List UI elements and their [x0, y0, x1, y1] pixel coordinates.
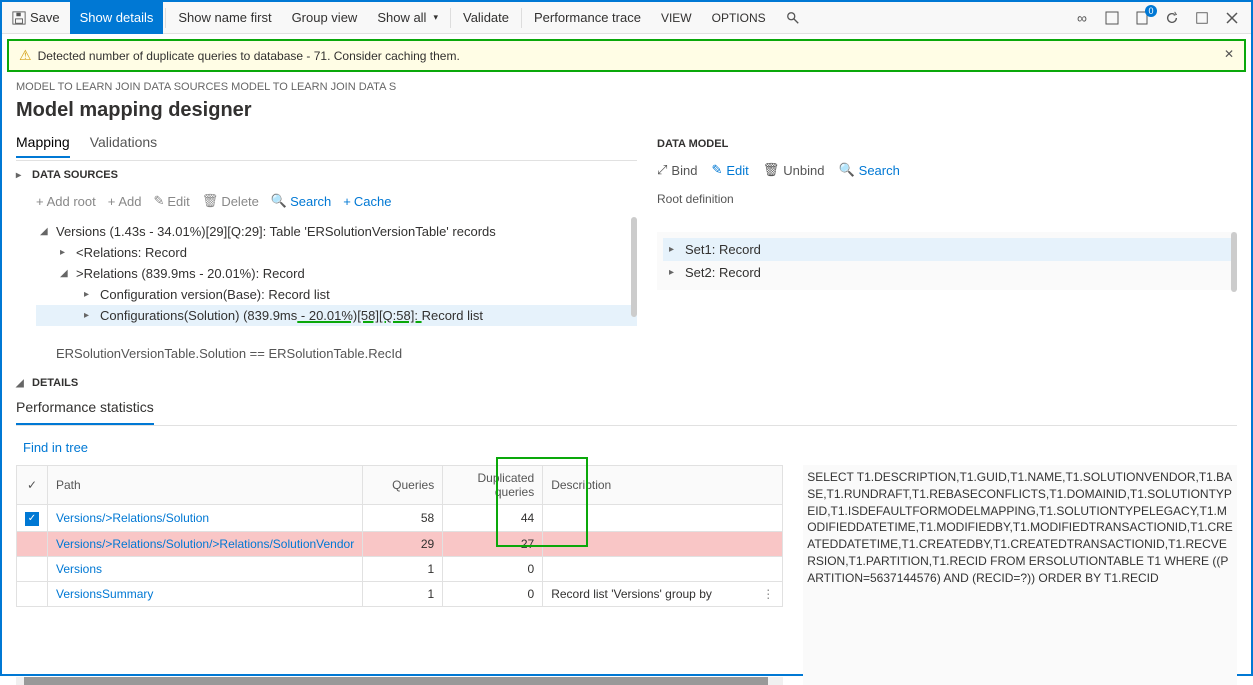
- tree-item-versions[interactable]: ◢ Versions (1.43s - 34.01%)[29][Q:29]: T…: [36, 221, 637, 242]
- chevron-right-icon: ▸: [16, 170, 26, 181]
- data-model-header: DATA MODEL: [657, 130, 1237, 154]
- search-button[interactable]: 🔍 Search: [838, 162, 899, 178]
- edit-button[interactable]: ✎ Edit: [153, 193, 189, 209]
- chevron-down-icon: ◢: [40, 226, 50, 237]
- chevron-right-icon: ▸: [84, 310, 94, 321]
- col-path[interactable]: Path: [48, 466, 363, 505]
- warning-icon: ⚠: [19, 47, 32, 64]
- select-all-checkbox[interactable]: ✓: [17, 466, 48, 505]
- details-header[interactable]: ◢ DETAILS: [16, 369, 1237, 393]
- validate-button[interactable]: Validate: [453, 2, 519, 34]
- horizontal-scrollbar[interactable]: [16, 677, 783, 685]
- search-button[interactable]: [776, 2, 810, 34]
- show-all-button[interactable]: Show all▾: [367, 2, 448, 34]
- chevron-right-icon: ▸: [60, 247, 70, 258]
- tab-validations[interactable]: Validations: [90, 130, 157, 158]
- divider: [450, 8, 451, 28]
- performance-trace-button[interactable]: Performance trace: [524, 2, 651, 34]
- scrollbar[interactable]: [1231, 232, 1237, 292]
- divider: [521, 8, 522, 28]
- tree-item-config-solution[interactable]: ▸ Configurations(Solution) (839.9ms - 20…: [36, 305, 637, 326]
- tree-item-config-base[interactable]: ▸ Configuration version(Base): Record li…: [36, 284, 637, 305]
- show-details-button[interactable]: Show details: [70, 2, 164, 34]
- close-icon[interactable]: [1223, 9, 1241, 27]
- dm-item-set2[interactable]: ▸ Set2: Record: [663, 261, 1231, 284]
- save-button[interactable]: Save: [2, 2, 70, 34]
- breadcrumb: MODEL TO LEARN JOIN DATA SOURCES MODEL T…: [2, 77, 1251, 97]
- col-queries[interactable]: Queries: [363, 466, 443, 505]
- check-icon: ✓: [25, 512, 39, 526]
- view-menu[interactable]: VIEW: [651, 2, 702, 34]
- chevron-down-icon: ◢: [16, 378, 26, 389]
- notification-text: Detected number of duplicate queries to …: [38, 49, 460, 63]
- root-definition-label: Root definition: [657, 186, 1237, 212]
- chevron-right-icon: ▸: [84, 289, 94, 300]
- find-in-tree-link[interactable]: Find in tree: [16, 426, 88, 465]
- toolbar: Save Show details Show name first Group …: [2, 2, 1251, 34]
- performance-grid: ✓ Path Queries Duplicated queries Descri…: [16, 465, 783, 607]
- office-icon[interactable]: [1103, 9, 1121, 27]
- sql-query-panel: SELECT T1.DESCRIPTION,T1.GUID,T1.NAME,T1…: [803, 465, 1237, 685]
- expression-text: ERSolutionVersionTable.Solution == ERSol…: [16, 336, 637, 361]
- chevron-down-icon: ◢: [60, 268, 70, 279]
- cache-button[interactable]: + Cache: [343, 193, 391, 209]
- add-root-button[interactable]: + Add root: [36, 193, 96, 209]
- expand-icon[interactable]: [1193, 9, 1211, 27]
- tree-item-relations[interactable]: ◢ >Relations (839.9ms - 20.01%): Record: [36, 263, 637, 284]
- warning-notification: ⚠ Detected number of duplicate queries t…: [7, 39, 1246, 72]
- edit-button[interactable]: ✎ Edit: [711, 162, 748, 178]
- notifications-icon[interactable]: 0: [1133, 9, 1151, 27]
- table-row[interactable]: Versions/>Relations/Solution/>Relations/…: [17, 532, 783, 557]
- chevron-right-icon: ▸: [669, 267, 679, 278]
- col-duplicated-queries[interactable]: Duplicated queries: [443, 466, 543, 505]
- table-row[interactable]: Versions 1 0: [17, 557, 783, 582]
- attach-icon[interactable]: ∞: [1073, 9, 1091, 27]
- bind-button[interactable]: ⤢ Bind: [657, 162, 697, 178]
- show-name-first-button[interactable]: Show name first: [168, 2, 281, 34]
- table-row[interactable]: VersionsSummary 1 0 Record list 'Version…: [17, 582, 783, 607]
- tree-item-relations-record[interactable]: ▸ <Relations: Record: [36, 242, 637, 263]
- add-button[interactable]: + Add: [108, 193, 142, 209]
- col-description[interactable]: Description: [543, 466, 783, 505]
- unbind-button[interactable]: 🗑 Unbind: [763, 162, 825, 178]
- options-menu[interactable]: OPTIONS: [702, 2, 776, 34]
- refresh-icon[interactable]: [1163, 9, 1181, 27]
- table-row[interactable]: ✓ Versions/>Relations/Solution 58 44: [17, 505, 783, 532]
- page-title: Model mapping designer: [2, 97, 1251, 130]
- delete-button[interactable]: 🗑 Delete: [202, 193, 259, 209]
- search-button[interactable]: 🔍 Search: [271, 193, 331, 209]
- group-view-button[interactable]: Group view: [282, 2, 368, 34]
- chevron-right-icon: ▸: [669, 244, 679, 255]
- scrollbar[interactable]: [631, 217, 637, 317]
- dm-item-set1[interactable]: ▸ Set1: Record: [663, 238, 1231, 261]
- divider: [165, 8, 166, 28]
- tab-performance-statistics[interactable]: Performance statistics: [16, 393, 154, 425]
- data-sources-header[interactable]: ▸ DATA SOURCES: [16, 161, 637, 185]
- close-notification-button[interactable]: ✕: [1224, 47, 1234, 61]
- tab-mapping[interactable]: Mapping: [16, 130, 70, 158]
